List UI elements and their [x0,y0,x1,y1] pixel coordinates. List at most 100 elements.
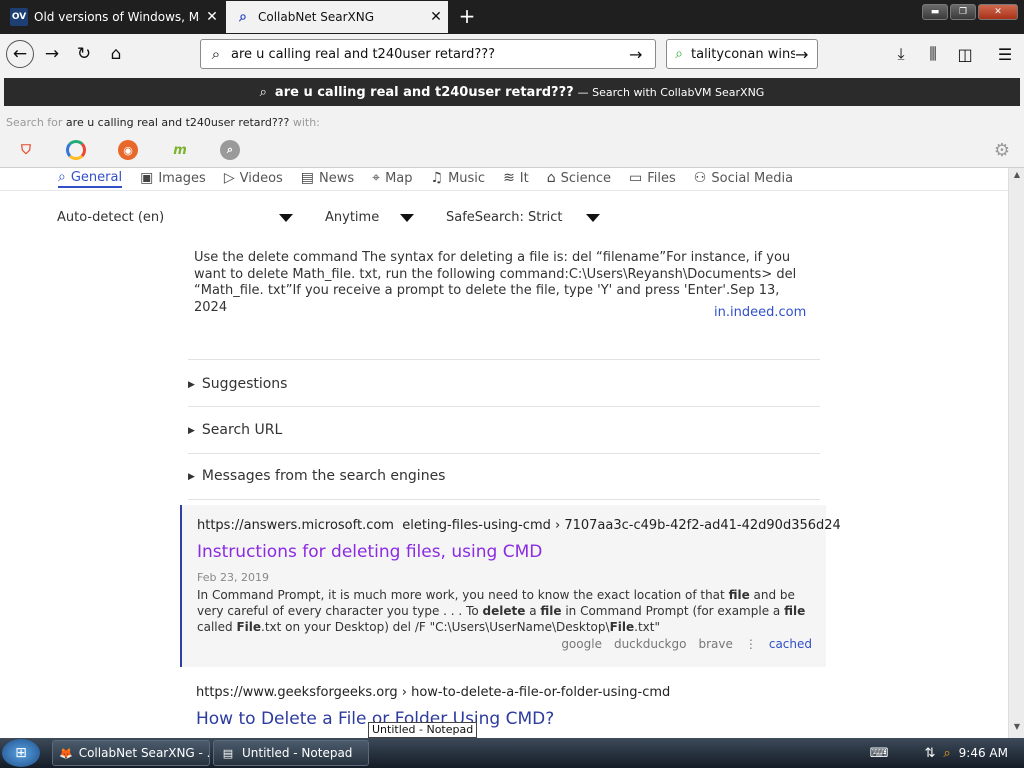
forward-button[interactable]: → [38,40,66,68]
search-for-prefix: Search for [6,116,63,129]
suggestion-query: are u calling real and t240user retard??… [274,84,574,100]
new-tab-button[interactable]: + [454,4,480,28]
map-icon: ⌖ [372,170,381,186]
chevron-down-icon[interactable] [586,214,600,222]
tab-title: CollabNet SearXNG [258,10,375,24]
taskbar-item-browser[interactable]: 🦊 CollabNet SearXNG - ... [52,740,210,766]
engine-messages-toggle[interactable]: ▶ Messages from the search engines [188,468,445,484]
url-bar-text[interactable]: are u calling real and t240user retard??… [231,47,629,62]
search-suggestion[interactable]: ⌕ are u calling real and t240user retard… [4,78,1020,106]
downloads-icon[interactable]: ⤓ [888,42,914,66]
vertical-scrollbar[interactable]: ▲ ▼ [1008,168,1024,738]
tab-strip: OV Old versions of Windows, Mac and ✕ ⌕ … [0,0,1024,34]
menu-icon[interactable]: ☰ [992,42,1018,66]
tab-collabnet-searxng[interactable]: ⌕ CollabNet SearXNG ✕ [226,1,448,33]
task-label: Untitled - Notepad [242,746,353,760]
brave-icon[interactable]: ⛉ [16,140,36,160]
tab-map[interactable]: ⌖ Map [372,168,412,188]
searx-results-page: ⌕ General ▣ Images ▷ Videos ▤ News ⌖ Map ♫ Music ≋ It… [0,168,1008,738]
tab-label: News [319,170,355,186]
url-bar[interactable]: ⌕ are u calling real and t240user retard… [200,39,656,69]
search-engine-icon[interactable]: ⌕ [667,46,691,62]
chevron-down-icon[interactable] [279,214,293,222]
result-date: Feb 23, 2019 [197,571,269,584]
search-go-icon[interactable]: → [795,45,817,64]
category-tabs: ⌕ General ▣ Images ▷ Videos ▤ News ⌖ Map ♫ Music ≋ It… [58,168,811,190]
clock[interactable]: 9:46 AM [959,746,1008,760]
result-engines: google duckduckgo brave ⋮ cached [561,637,812,651]
go-arrow-icon[interactable]: → [629,45,655,64]
tab-it[interactable]: ≋ It [503,168,529,188]
section-label: Suggestions [201,376,288,392]
search-url-toggle[interactable]: ▶ Search URL [188,422,282,438]
network-icon[interactable]: ⇅ [924,746,935,761]
tab-science[interactable]: ⌂ Science [547,168,611,188]
result-url[interactable]: https://answers.microsoft.com eleting-fi… [197,518,841,533]
search-for-label: Search for are u calling real and t240us… [6,116,320,129]
sidebar-icon[interactable]: ◫ [952,42,978,66]
chevron-down-icon[interactable] [400,214,414,222]
triangle-right-icon: ▶ [188,426,195,436]
cached-link[interactable]: cached [769,637,812,651]
tab-label: General [70,169,123,185]
searxng-favicon-icon: ⌕ [239,9,247,25]
duckduckgo-icon[interactable]: ◉ [118,140,138,160]
result-title-link[interactable]: Instructions for deleting files, using C… [197,542,542,562]
library-icon[interactable]: ⫼ [920,42,946,66]
close-tab-icon[interactable]: ✕ [200,9,224,25]
tab-news[interactable]: ▤ News [301,168,354,188]
home-button[interactable]: ⌂ [102,40,130,68]
result-snippet: In Command Prompt, it is much more work,… [197,588,806,634]
close-tab-icon[interactable]: ✕ [424,9,448,25]
scroll-up-arrow-icon[interactable]: ▲ [1011,170,1023,182]
engine-label: google [561,637,602,651]
suggestion-suffix: — Search with CollabVM SearXNG [577,85,765,99]
time-range-select[interactable]: Anytime [325,210,379,225]
answer-source-link[interactable]: in.indeed.com [714,305,806,320]
tab-general[interactable]: ⌕ General [58,168,123,188]
tab-label: Videos [239,170,283,186]
maximize-button[interactable]: ❐ [950,4,976,20]
minimize-button[interactable]: ▬ [922,4,948,20]
searx-icon[interactable]: ⌕ [220,140,240,160]
search-settings-gear-icon[interactable]: ⚙ [994,140,1010,161]
tab-label: Map [385,170,413,186]
keyboard-icon[interactable]: ⌨ [870,746,889,761]
search-bar[interactable]: ⌕ talityconan wins → [666,39,818,69]
search-result: https://answers.microsoft.com eleting-fi… [180,505,841,667]
tab-music[interactable]: ♫ Music [431,168,486,188]
taskbar-tooltip: Untitled - Notepad [368,722,478,738]
qwant-icon[interactable] [66,140,86,160]
divider [188,359,820,360]
result-url[interactable]: https://www.geeksforgeeks.org › how-to-d… [196,685,670,700]
close-window-button[interactable]: ✕ [978,4,1018,20]
search-tray-icon[interactable]: ⌕ [943,746,950,761]
tab-label: Social Media [711,170,794,186]
taskbar-item-notepad[interactable]: ▤ Untitled - Notepad [213,740,369,766]
safesearch-select[interactable]: SafeSearch: Strict [446,210,563,225]
category-divider [0,190,1008,191]
tab-label: Files [647,170,676,186]
reload-button[interactable]: ↻ [70,40,98,68]
tab-social-media[interactable]: ⚇ Social Media [694,168,793,188]
back-button[interactable]: ← [6,40,34,68]
mojeek-icon[interactable]: m [170,140,190,160]
suggestions-toggle[interactable]: ▶ Suggestions [188,376,287,392]
search-bar-text[interactable]: talityconan wins [691,47,795,62]
tab-old-versions[interactable]: OV Old versions of Windows, Mac and ✕ [2,1,224,33]
tab-files[interactable]: ▭ Files [629,168,676,188]
tab-label: It [519,170,529,186]
start-button[interactable]: ⊞ [2,739,40,767]
task-label: CollabNet SearXNG - ... [78,746,210,760]
tab-images[interactable]: ▣ Images [140,168,206,188]
engine-label: brave [698,637,733,651]
window-controls: ▬ ❐ ✕ [922,4,1018,20]
general-icon: ⌕ [58,169,66,185]
scroll-down-arrow-icon[interactable]: ▼ [1011,722,1023,734]
language-select[interactable]: Auto-detect (en) [57,210,164,225]
triangle-right-icon: ▶ [188,472,195,482]
taskbar: ⊞ 🦊 CollabNet SearXNG - ... ▤ Untitled -… [0,738,1024,768]
tab-videos[interactable]: ▷ Videos [224,168,283,188]
browser-icon: 🦊 [59,746,73,760]
tab-label: Music [448,170,486,186]
